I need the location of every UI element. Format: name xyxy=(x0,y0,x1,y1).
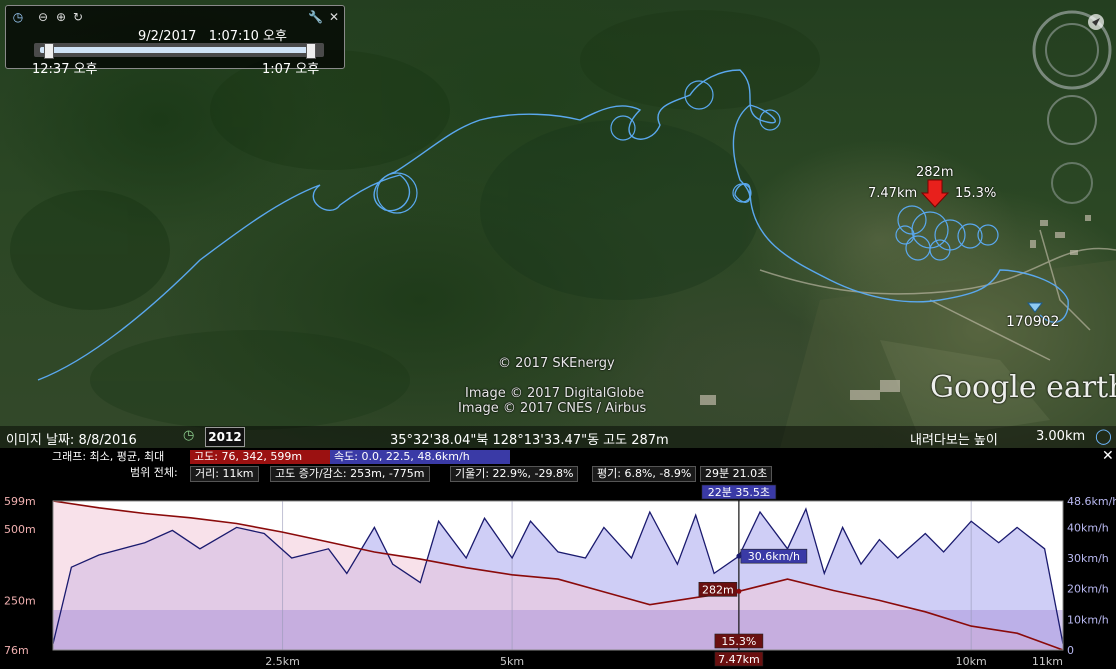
coordinates-readout: 35°32'38.04"북 128°13'33.47"동 고도 287m xyxy=(390,433,669,448)
current-datetime: 9/2/2017 1:07:10 오후 xyxy=(138,25,287,44)
navigation-controls[interactable] xyxy=(1032,8,1112,208)
right-tick-label: 0 xyxy=(1067,644,1074,657)
elevation-profile-panel: 그래프: 최소, 평균, 최대 고도: 76, 342, 599m 속도: 0.… xyxy=(0,448,1116,669)
time-slider-track[interactable] xyxy=(34,43,324,59)
slider-end-label: 1:07 오후 xyxy=(262,62,320,77)
close-icon[interactable]: ✕ xyxy=(327,10,341,24)
year-badge[interactable]: 2012 xyxy=(205,427,245,447)
cursor-speed-dot xyxy=(736,553,742,559)
status-bar: 이미지 날짜: 8/8/2016 ◷ 2012 35°32'38.04"북 12… xyxy=(0,426,1116,448)
marker-distance: 7.47km xyxy=(868,186,918,201)
cursor-distance-label: 7.47km xyxy=(718,653,760,666)
marker-slope: 15.3% xyxy=(955,186,997,201)
eye-altitude-label: 내려다보는 높이 xyxy=(910,433,998,448)
lower-band xyxy=(53,610,1063,650)
copyright-line-2: Image © 2017 DigitalGlobe xyxy=(465,386,645,401)
right-tick-label: 40km/h xyxy=(1067,521,1109,534)
time-slider-end-handle[interactable] xyxy=(306,43,316,59)
left-tick-label: 250m xyxy=(4,594,36,607)
cursor-slope-label: 15.3% xyxy=(721,635,756,648)
cursor-time-label: 22분 35.5초 xyxy=(708,486,770,499)
cursor-altitude-label: 282m xyxy=(702,583,734,596)
time-slider-panel: ◷ ⊖ ⊕ ↻ 🔧 ✕ 9/2/2017 1:07:10 오후 12:37 오후… xyxy=(5,5,345,77)
copyright-line-1: © 2017 SKEnergy xyxy=(498,356,615,371)
zoom-slider[interactable] xyxy=(1051,162,1093,204)
x-tick-label: 11km xyxy=(1032,655,1063,668)
current-time: 1:07:10 오후 xyxy=(208,29,287,44)
map-view[interactable]: 282m 7.47km 15.3% 170902 © 2017 SKEnergy… xyxy=(0,0,1116,448)
clock-icon[interactable]: ◷ xyxy=(11,10,25,24)
left-tick-label: 500m xyxy=(4,523,36,536)
right-tick-label: 30km/h xyxy=(1067,552,1109,565)
right-tick-label: 10km/h xyxy=(1067,613,1109,626)
left-tick-label: 599m xyxy=(4,495,36,508)
play-icon[interactable]: ↻ xyxy=(71,10,85,24)
zoom-out-icon[interactable]: ⊖ xyxy=(36,10,50,24)
look-joystick-inner[interactable] xyxy=(1045,23,1099,77)
move-joystick[interactable] xyxy=(1047,95,1097,145)
zoom-in-icon[interactable]: ⊕ xyxy=(54,10,68,24)
eye-altitude-value: 3.00km xyxy=(1036,429,1086,444)
imagery-date: 이미지 날짜: 8/8/2016 xyxy=(6,433,137,448)
current-date: 9/2/2017 xyxy=(138,29,197,44)
historical-imagery-icon[interactable]: ◷ xyxy=(183,428,194,443)
google-earth-logo: Google earth xyxy=(930,370,1116,405)
position-marker-icon xyxy=(920,179,950,208)
slider-start-label: 12:37 오후 xyxy=(32,62,98,77)
copyright-line-3: Image © 2017 CNES / Airbus xyxy=(458,401,647,416)
left-tick-label: 76m xyxy=(4,644,29,657)
wrench-icon[interactable]: 🔧 xyxy=(308,10,323,24)
streaming-status-icon: ◯ xyxy=(1095,427,1112,445)
right-tick-label: 48.6km/h xyxy=(1067,495,1116,508)
cursor-elevation-dot xyxy=(736,588,742,594)
time-slider-fill xyxy=(40,47,310,53)
placemark-label[interactable]: 170902 xyxy=(1006,314,1059,330)
cursor-speed-label: 30.6km/h xyxy=(748,550,800,563)
elevation-profile-chart[interactable]: 599m 500m 250m 76m 48.6km/h 40km/h 30km/h 20km/… xyxy=(0,448,1116,669)
right-tick-label: 20km/h xyxy=(1067,583,1109,596)
x-tick-label: 2.5km xyxy=(265,655,300,668)
marker-altitude: 282m xyxy=(916,165,954,180)
x-tick-label: 10km xyxy=(956,655,987,668)
x-tick-label: 5km xyxy=(500,655,524,668)
time-slider-start-handle[interactable] xyxy=(44,43,54,59)
